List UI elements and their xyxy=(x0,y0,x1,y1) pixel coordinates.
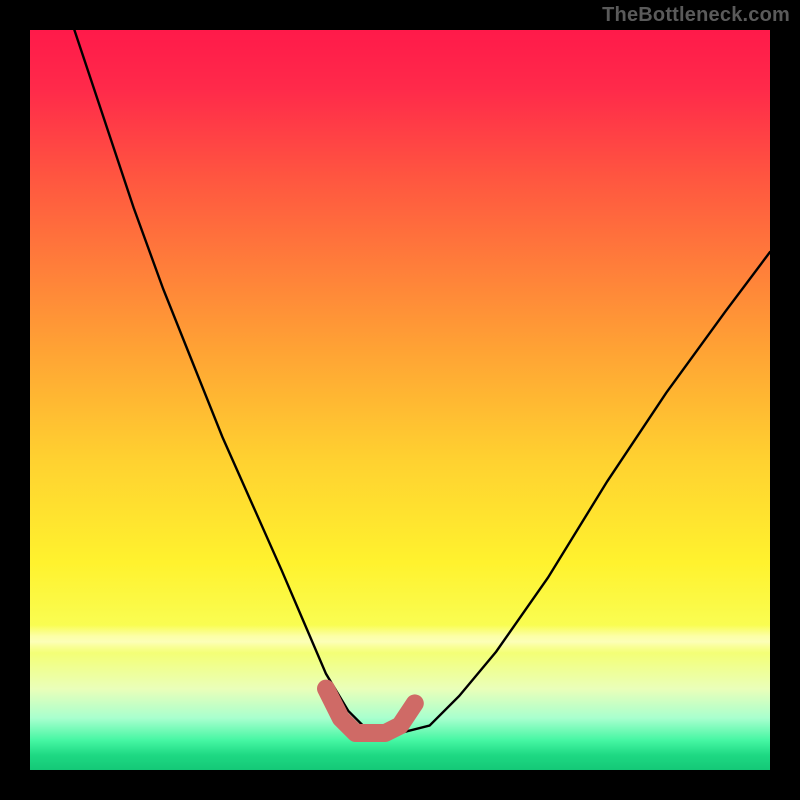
marker-segment xyxy=(326,689,415,733)
chart-stage: TheBottleneck.com xyxy=(0,0,800,800)
watermark-text: TheBottleneck.com xyxy=(602,4,790,27)
curve-layer xyxy=(30,30,770,770)
plot-area xyxy=(30,30,770,770)
bottleneck-curve xyxy=(74,30,770,733)
